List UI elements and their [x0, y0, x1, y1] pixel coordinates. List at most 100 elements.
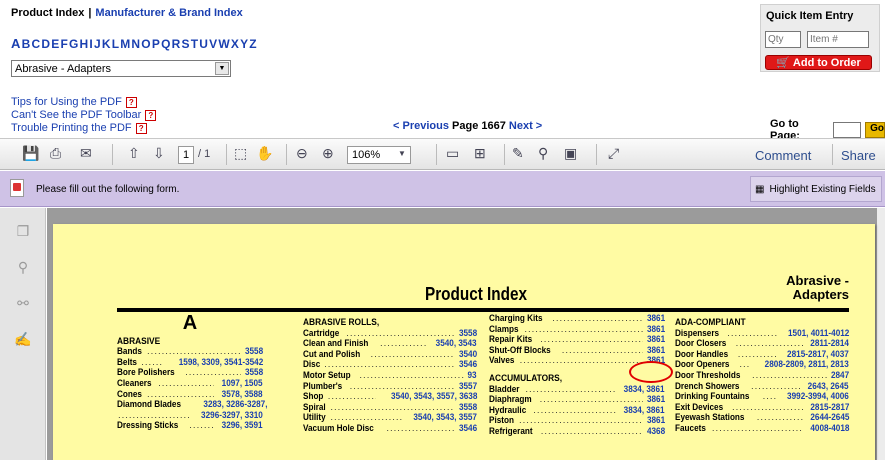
entry-pages[interactable]: 4008-4018	[810, 423, 849, 435]
highlight-fields-button[interactable]: ▦ Highlight Existing Fields	[750, 176, 882, 202]
alphabet-link-v[interactable]: V	[209, 37, 218, 51]
add-to-order-button[interactable]: 🛒 Add to Order	[765, 55, 872, 70]
sign-icon[interactable]: ✎	[512, 145, 524, 162]
alphabet-link-k[interactable]: K	[102, 37, 112, 51]
alphabet-link-d[interactable]: D	[41, 37, 51, 51]
page-label: Page 1667	[452, 120, 506, 132]
quick-entry-title: Quick Item Entry	[766, 10, 854, 22]
alphabet-link-x[interactable]: X	[231, 37, 240, 51]
goto-page-input[interactable]	[832, 122, 862, 138]
section-letter: A	[182, 312, 198, 334]
comment-button[interactable]: Comment	[755, 148, 811, 163]
next-page-link[interactable]: Next >	[509, 120, 542, 132]
alphabet-link-l[interactable]: L	[112, 37, 121, 51]
alphabet-link-y[interactable]: Y	[240, 37, 249, 51]
entry-pages[interactable]: 4368	[647, 426, 665, 438]
pdf-tips: Tips for Using the PDF? Can't See the PD…	[11, 96, 157, 135]
hand-tool-icon[interactable]: ✋	[256, 145, 273, 162]
help-icon[interactable]: ?	[125, 97, 137, 108]
print-icon[interactable]: ⎙	[50, 145, 61, 162]
alphabet-link-w[interactable]: W	[218, 37, 231, 51]
select-tool-icon[interactable]: ⬚	[234, 145, 247, 162]
alphabet-link-n[interactable]: N	[131, 37, 141, 51]
pdf-toolbar: 💾 ⎙ ✉ ⇧ ⇩ 1 / 1 ⬚ ✋ ⊖ ⊕ 106% ▼ ▭ ⊞ ✎ ⚲ ▣…	[0, 138, 885, 170]
alphabet-link-h[interactable]: H	[80, 37, 90, 51]
index-entry: Hydraulic3834, 3861	[489, 405, 665, 417]
alphabet-link-s[interactable]: S	[181, 37, 190, 51]
page-title: Product Index	[425, 284, 528, 304]
goto-button[interactable]: Go	[865, 122, 885, 138]
index-column-4: ADA-COMPLIANT Dispensers1501, 4011-4012D…	[675, 317, 849, 435]
fit-page-icon[interactable]: ▭	[446, 145, 459, 162]
alphabet-link-a[interactable]: A	[11, 36, 22, 51]
alphabet-link-t[interactable]: T	[191, 37, 200, 51]
pages-icon[interactable]: ❐	[14, 222, 32, 240]
alphabet-link-c[interactable]: C	[31, 37, 41, 51]
zoom-value: 106%	[352, 149, 381, 161]
stamp-icon[interactable]: ▣	[564, 145, 577, 162]
fit-width-icon[interactable]: ⊞	[474, 145, 486, 162]
qty-input[interactable]	[765, 31, 801, 48]
entry-name: Dressing Sticks	[117, 420, 179, 432]
next-page-icon[interactable]: ⇩	[153, 145, 165, 162]
zoom-in-icon[interactable]: ⊕	[322, 145, 334, 162]
share-button[interactable]: Share	[841, 148, 876, 163]
product-index-link[interactable]: Product Index	[11, 7, 84, 19]
alphabet-link-z[interactable]: Z	[249, 37, 258, 51]
category-select[interactable]: Abrasive - Adapters ▼	[11, 60, 231, 77]
nav-separator: |	[88, 7, 92, 19]
alphabet-link-m[interactable]: M	[120, 37, 131, 51]
index-column-2: ABRASIVE ROLLS, Cartridge3558Clean and F…	[303, 317, 477, 435]
document-viewer: Product Index Abrasive - Adapters A ABRAS…	[47, 208, 885, 460]
tips-link[interactable]: Tips for Using the PDF	[11, 96, 122, 109]
save-icon[interactable]: 💾	[22, 145, 39, 162]
alphabet-link-b[interactable]: B	[22, 37, 32, 51]
page-range: Abrasive - Adapters	[786, 273, 849, 302]
form-message: Please fill out the following form.	[36, 184, 180, 195]
entry-name: Diamond Blades	[117, 399, 182, 411]
alphabet-link-r[interactable]: R	[172, 37, 182, 51]
form-notification-bar: Please fill out the following form. ▦ Hig…	[0, 171, 885, 207]
item-number-input[interactable]	[807, 31, 869, 48]
entry-pages[interactable]: 3296, 3591	[222, 421, 263, 432]
help-icon[interactable]: ?	[145, 110, 157, 121]
form-icon	[10, 179, 24, 197]
help-icon[interactable]: ?	[135, 123, 147, 134]
alphabet-link-u[interactable]: U	[199, 37, 209, 51]
title-rule	[117, 308, 849, 312]
entry-pages[interactable]: 3546	[459, 423, 477, 435]
previous-page-link[interactable]: < Previous	[393, 120, 449, 132]
index-entry: Vacuum Hole Disc 3546	[303, 423, 477, 435]
entry-name: Faucets	[675, 422, 706, 434]
email-icon[interactable]: ✉	[80, 145, 92, 162]
alphabet-link-q[interactable]: Q	[161, 37, 172, 51]
alphabet-link-f[interactable]: F	[60, 37, 69, 51]
index-entry: Shut-Off Blocks3861	[489, 345, 665, 357]
zoom-out-icon[interactable]: ⊖	[296, 145, 308, 162]
highlight-label: Highlight Existing Fields	[769, 183, 876, 195]
fullscreen-icon[interactable]: ⤢	[608, 145, 619, 162]
brand-index-link[interactable]: Manufacturer & Brand Index	[95, 7, 242, 19]
page-number-input[interactable]: 1	[178, 146, 194, 164]
alphabet-link-j[interactable]: J	[94, 37, 102, 51]
attachment-icon[interactable]: ⚲	[14, 258, 32, 276]
vertical-scrollbar[interactable]	[877, 208, 885, 460]
binoculars-icon[interactable]: ⚯	[14, 294, 32, 312]
pager: < Previous Page 1667 Next >	[393, 120, 542, 132]
alphabet-link-p[interactable]: P	[152, 37, 161, 51]
top-nav: Product Index | Manufacturer & Brand Index	[11, 7, 243, 19]
chevron-down-icon[interactable]: ▼	[398, 149, 406, 158]
entry-name: Valves	[489, 355, 515, 367]
toolbar-help-link[interactable]: Can't See the PDF Toolbar	[11, 109, 141, 122]
alphabet-link-g[interactable]: G	[69, 37, 80, 51]
category-select-value: Abrasive - Adapters	[15, 62, 111, 75]
alphabet-nav: ABCDEFGHIJKLMNOPQRSTUVWXYZ	[11, 36, 258, 51]
previous-page-icon[interactable]: ⇧	[128, 145, 140, 162]
alphabet-link-o[interactable]: O	[141, 37, 152, 51]
printing-help-link[interactable]: Trouble Printing the PDF	[11, 122, 132, 135]
index-entry: Refrigerant 4368	[489, 426, 665, 438]
signature-icon[interactable]: ✍	[14, 330, 32, 348]
side-panel: ❐ ⚲ ⚯ ✍	[0, 208, 46, 460]
attach-icon[interactable]: ⚲	[538, 145, 548, 162]
chevron-down-icon[interactable]: ▼	[215, 62, 229, 75]
